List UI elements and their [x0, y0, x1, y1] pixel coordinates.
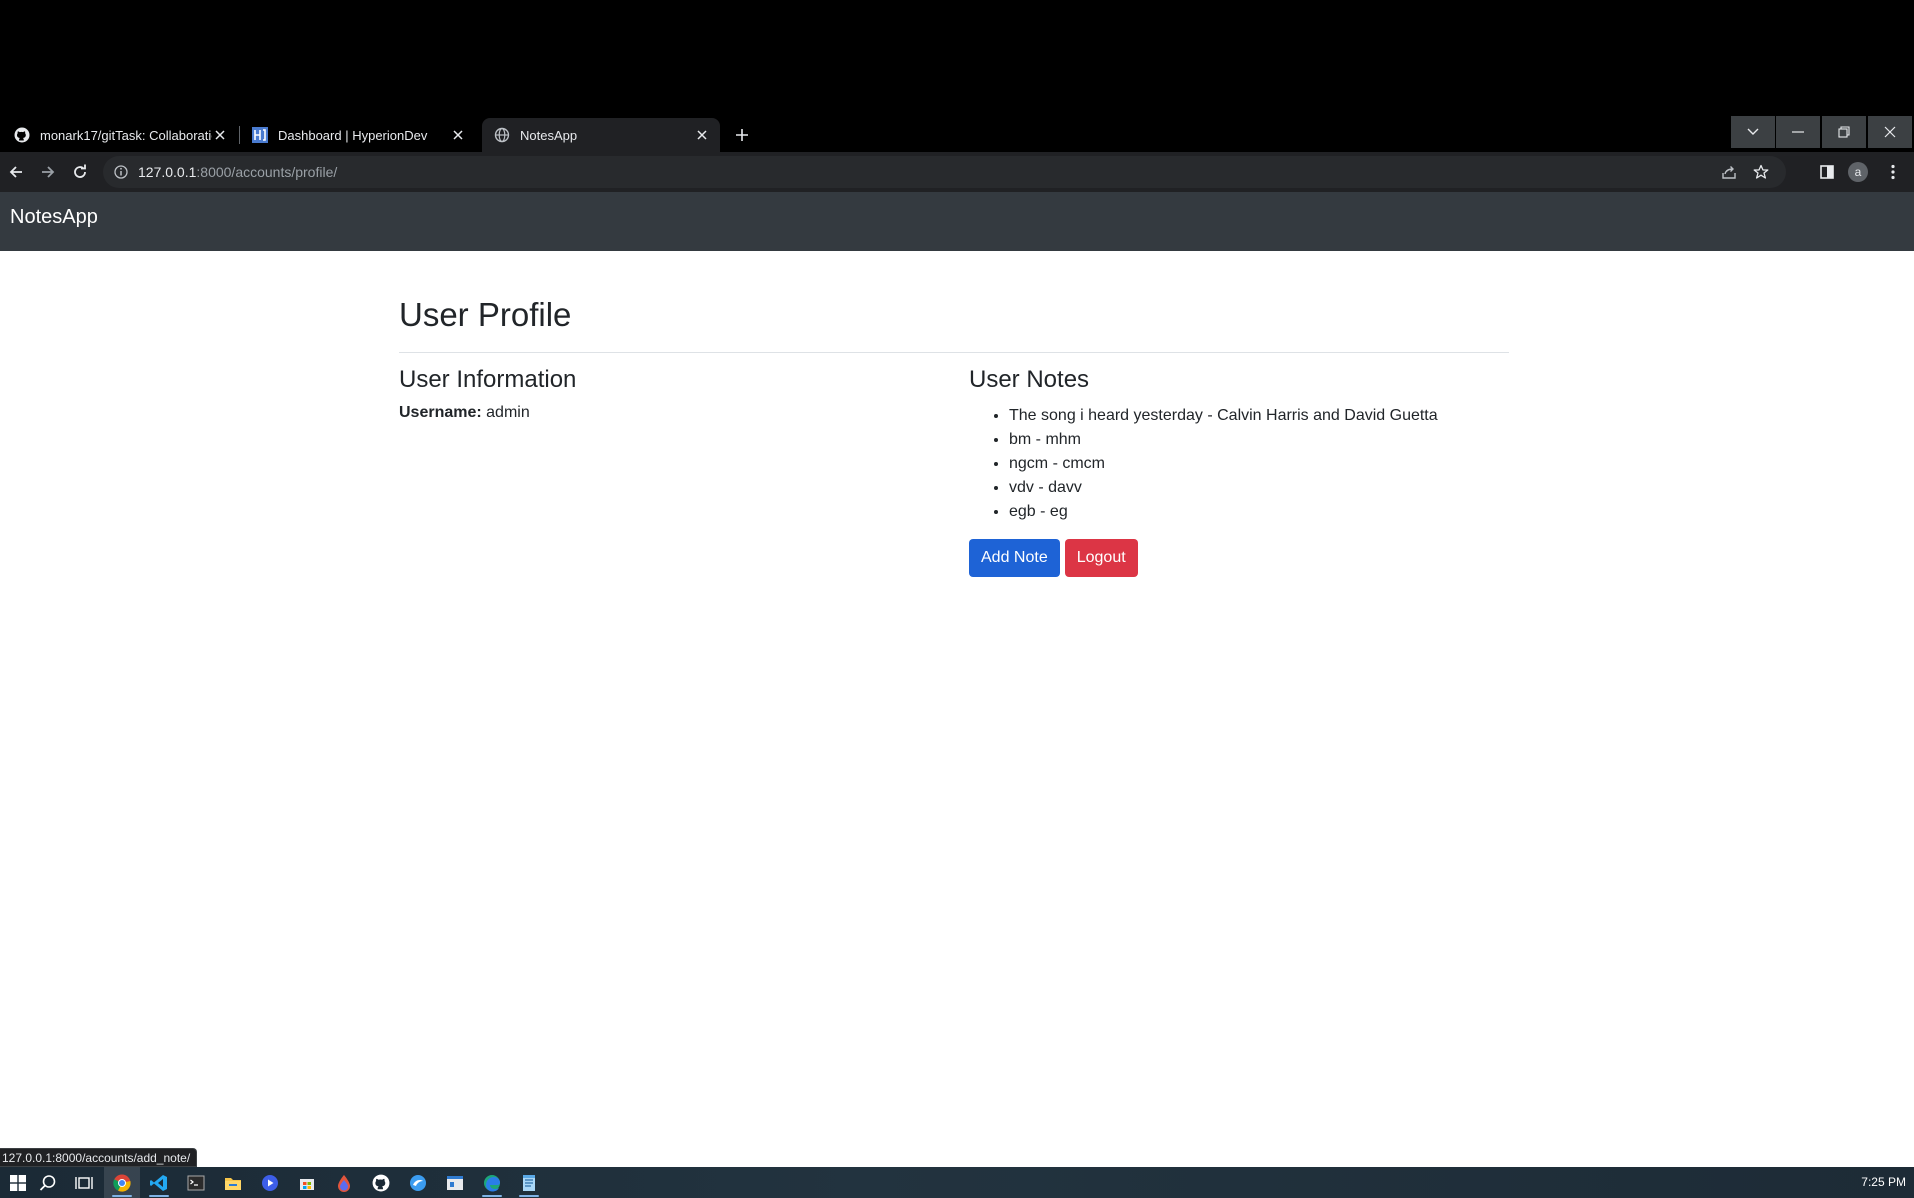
task-view-icon[interactable] [66, 1167, 102, 1198]
page-title: User Profile [399, 296, 572, 333]
tab-github[interactable]: monark17/gitTask: Collaboration [2, 118, 238, 152]
section-heading-user-information: User Information [399, 366, 577, 393]
address-bar[interactable]: 127.0.0.1:8000/accounts/profile/ [103, 156, 1786, 188]
terminal-icon[interactable] [178, 1167, 214, 1198]
reload-button[interactable] [68, 160, 92, 184]
edge-icon[interactable] [474, 1167, 510, 1198]
vscode-icon[interactable] [141, 1167, 177, 1198]
profile-avatar[interactable]: a [1848, 162, 1868, 182]
more-vert-icon [1891, 164, 1895, 180]
url-host: 127.0.0.1 [138, 164, 197, 180]
close-icon[interactable] [212, 127, 228, 143]
tab-hyperiondev[interactable]: Dashboard | HyperionDev [240, 118, 476, 152]
chrome-icon[interactable] [104, 1167, 140, 1198]
minimize-icon [1792, 131, 1804, 133]
note-item: vdv - davv [1009, 476, 1509, 500]
side-panel-button[interactable] [1815, 160, 1839, 184]
back-button[interactable] [4, 160, 28, 184]
restore-button[interactable] [1822, 116, 1866, 148]
username-value: admin [486, 404, 530, 421]
username-line: Username: admin [399, 404, 954, 422]
minimize-button[interactable] [1776, 116, 1820, 148]
app-navbar: NotesApp [0, 192, 1914, 251]
action-buttons: Add Note Logout [969, 539, 1509, 577]
screen: monark17/gitTask: Collaboration Dashboar… [0, 0, 1914, 1198]
note-item: bm - mhm [1009, 428, 1509, 452]
hyperiondev-icon [252, 127, 268, 143]
globe-icon [494, 127, 510, 143]
username-label: Username: [399, 404, 482, 421]
app-drop-icon[interactable] [326, 1167, 362, 1198]
note-item: egb - eg [1009, 500, 1509, 524]
side-panel-icon [1820, 165, 1834, 179]
menu-button[interactable] [1881, 160, 1905, 184]
search-icon[interactable] [30, 1167, 66, 1198]
file-explorer-icon[interactable] [215, 1167, 251, 1198]
app-blue-icon[interactable] [400, 1167, 436, 1198]
user-information-section: User Information Username: admin [399, 366, 954, 422]
notes-list: The song i heard yesterday - Calvin Harr… [969, 404, 1509, 524]
close-window-button[interactable] [1868, 116, 1912, 148]
tab-strip: monark17/gitTask: Collaboration Dashboar… [0, 116, 1914, 152]
tab-title: NotesApp [520, 127, 578, 143]
tab-search-button[interactable] [1731, 116, 1775, 148]
tab-title: Dashboard | HyperionDev [278, 127, 428, 143]
plus-icon [736, 129, 748, 141]
browser-toolbar: 127.0.0.1:8000/accounts/profile/ a [0, 152, 1914, 192]
user-notes-section: User Notes The song i heard yesterday - … [969, 366, 1509, 577]
taskbar-clock[interactable]: 7:25 PM [1861, 1175, 1906, 1189]
section-heading-user-notes: User Notes [969, 366, 1090, 393]
media-player-icon[interactable] [252, 1167, 288, 1198]
close-icon[interactable] [450, 127, 466, 143]
close-icon [1884, 126, 1896, 138]
reload-icon [74, 164, 86, 178]
notepad-icon[interactable] [511, 1167, 547, 1198]
bookmark-star-icon[interactable] [1751, 162, 1771, 182]
close-icon[interactable] [694, 127, 710, 143]
tab-title: monark17/gitTask: Collaboration [40, 127, 212, 143]
windows-taskbar: 7:25 PM [0, 1167, 1914, 1198]
divider [399, 352, 1509, 353]
tab-separator [239, 126, 240, 144]
info-icon[interactable] [112, 163, 130, 181]
share-icon[interactable] [1720, 163, 1738, 181]
logout-button[interactable]: Logout [1064, 539, 1138, 577]
restore-icon [1838, 126, 1850, 138]
status-bubble: 127.0.0.1:8000/accounts/add_note/ [0, 1148, 198, 1167]
arrow-left-icon [9, 166, 22, 178]
chevron-down-icon [1747, 128, 1759, 135]
forward-button[interactable] [36, 160, 60, 184]
navbar-brand[interactable]: NotesApp [10, 206, 98, 229]
add-note-button[interactable]: Add Note [969, 539, 1060, 577]
note-item: The song i heard yesterday - Calvin Harr… [1009, 404, 1509, 428]
url-path: :8000/accounts/profile/ [196, 164, 338, 180]
arrow-right-icon [42, 166, 55, 178]
github-icon [14, 127, 30, 143]
github-desktop-icon[interactable] [363, 1167, 399, 1198]
app-window-icon[interactable] [437, 1167, 473, 1198]
url-text: 127.0.0.1:8000/accounts/profile/ [138, 164, 337, 180]
tab-notesapp[interactable]: NotesApp [482, 118, 720, 152]
note-item: ngcm - cmcm [1009, 452, 1509, 476]
new-tab-button[interactable] [731, 124, 753, 146]
store-icon[interactable] [289, 1167, 325, 1198]
page-viewport: NotesApp User Profile User Information U… [0, 192, 1914, 1167]
